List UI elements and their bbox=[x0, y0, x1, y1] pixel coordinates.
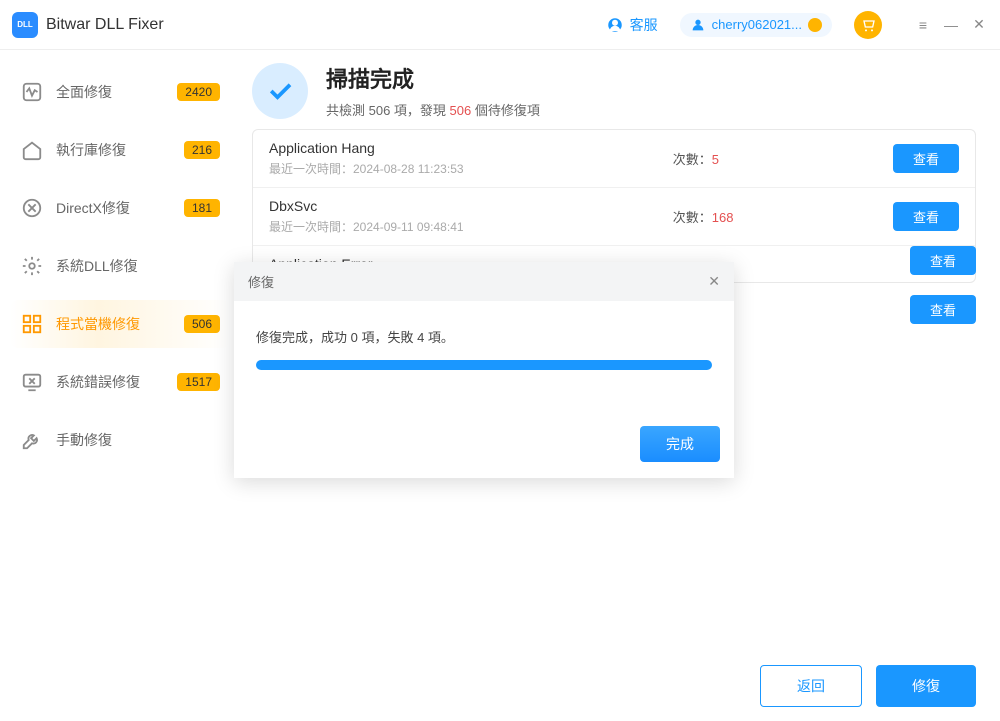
view-button[interactable]: 查看 bbox=[910, 295, 976, 324]
support-icon bbox=[606, 16, 624, 34]
modal-done-button[interactable]: 完成 bbox=[640, 426, 720, 462]
row-count: 次數：5 bbox=[673, 149, 893, 168]
sidebar-item-label: 執行庫修復 bbox=[56, 140, 172, 160]
view-button[interactable]: 查看 bbox=[893, 202, 959, 231]
heartbeat-icon bbox=[20, 80, 44, 104]
sidebar-item-label: 系統DLL修復 bbox=[56, 256, 220, 276]
app-logo-wrap: Bitwar DLL Fixer bbox=[12, 12, 164, 38]
footer: 返回 修復 bbox=[0, 638, 1000, 721]
view-button[interactable]: 查看 bbox=[910, 246, 976, 275]
result-list: Application Hang 最近一次時間：2024-08-28 11:23… bbox=[252, 129, 976, 283]
title-actions: 客服 cherry062021... ≡ — ✕ bbox=[606, 11, 988, 39]
sidebar-item-runtime[interactable]: 執行庫修復 216 bbox=[10, 126, 230, 174]
modal-close-button[interactable]: ✕ bbox=[708, 273, 720, 290]
scan-title: 掃描完成 bbox=[326, 62, 540, 94]
sidebar-item-label: 全面修復 bbox=[56, 82, 165, 102]
sidebar-item-manual[interactable]: 手動修復 bbox=[10, 416, 230, 464]
support-label: 客服 bbox=[630, 15, 658, 35]
support-link[interactable]: 客服 bbox=[606, 15, 658, 35]
user-icon bbox=[690, 17, 706, 33]
menu-icon[interactable]: ≡ bbox=[914, 16, 932, 34]
app-logo-icon bbox=[12, 12, 38, 38]
sidebar-item-crash-repair[interactable]: 程式當機修復 506 bbox=[10, 300, 230, 348]
sidebar-item-label: 手動修復 bbox=[56, 430, 220, 450]
scan-summary: 掃描完成 共檢測 506 項，發現 506 個待修復項 bbox=[252, 62, 976, 119]
scan-subtitle: 共檢測 506 項，發現 506 個待修復項 bbox=[326, 100, 540, 119]
row-count: 次數：168 bbox=[673, 207, 893, 226]
sidebar-badge: 181 bbox=[184, 199, 220, 217]
row-name: Application Hang bbox=[269, 140, 673, 156]
wrench-icon bbox=[20, 428, 44, 452]
table-row: DbxSvc 最近一次時間：2024-09-11 09:48:41 次數：168… bbox=[253, 188, 975, 246]
check-circle-icon bbox=[252, 63, 308, 119]
sidebar-item-label: 程式當機修復 bbox=[56, 314, 172, 334]
row-time: 最近一次時間：2024-09-11 09:48:41 bbox=[269, 218, 673, 235]
modal-message: 修復完成，成功 0 項，失敗 4 項。 bbox=[256, 327, 712, 346]
sidebar-badge: 216 bbox=[184, 141, 220, 159]
sidebar-item-directx[interactable]: DirectX修復 181 bbox=[10, 184, 230, 232]
user-name: cherry062021... bbox=[712, 17, 802, 32]
progress-bar bbox=[256, 360, 712, 370]
sidebar-item-full-repair[interactable]: 全面修復 2420 bbox=[10, 68, 230, 116]
repair-modal: 修復 ✕ 修復完成，成功 0 項，失敗 4 項。 完成 bbox=[234, 262, 734, 478]
sidebar-badge: 1517 bbox=[177, 373, 220, 391]
sidebar-item-label: 系統錯誤修復 bbox=[56, 372, 165, 392]
cart-icon bbox=[860, 17, 876, 33]
table-row: Application Hang 最近一次時間：2024-08-28 11:23… bbox=[253, 130, 975, 188]
window-controls: ≡ — ✕ bbox=[914, 16, 988, 34]
sidebar: 全面修復 2420 執行庫修復 216 DirectX修復 181 系統DLL修… bbox=[0, 50, 240, 638]
gear-icon bbox=[20, 254, 44, 278]
minimize-button[interactable]: — bbox=[942, 16, 960, 34]
sidebar-item-label: DirectX修復 bbox=[56, 198, 172, 218]
row-name: DbxSvc bbox=[269, 198, 673, 214]
verify-badge-icon bbox=[808, 18, 822, 32]
modal-title: 修復 bbox=[248, 272, 274, 291]
sidebar-item-system-dll[interactable]: 系統DLL修復 bbox=[10, 242, 230, 290]
view-button[interactable]: 查看 bbox=[893, 144, 959, 173]
cart-button[interactable] bbox=[854, 11, 882, 39]
grid-icon bbox=[20, 312, 44, 336]
monitor-x-icon bbox=[20, 370, 44, 394]
close-button[interactable]: ✕ bbox=[970, 16, 988, 34]
row-time: 最近一次時間：2024-08-28 11:23:53 bbox=[269, 160, 673, 177]
app-title: Bitwar DLL Fixer bbox=[46, 16, 164, 34]
repair-button[interactable]: 修復 bbox=[876, 665, 976, 707]
back-button[interactable]: 返回 bbox=[760, 665, 862, 707]
user-chip[interactable]: cherry062021... bbox=[680, 13, 832, 37]
x-circle-icon bbox=[20, 196, 44, 220]
titlebar: Bitwar DLL Fixer 客服 cherry062021... ≡ — … bbox=[0, 0, 1000, 50]
sidebar-badge: 2420 bbox=[177, 83, 220, 101]
home-icon bbox=[20, 138, 44, 162]
sidebar-badge: 506 bbox=[184, 315, 220, 333]
sidebar-item-system-error[interactable]: 系統錯誤修復 1517 bbox=[10, 358, 230, 406]
